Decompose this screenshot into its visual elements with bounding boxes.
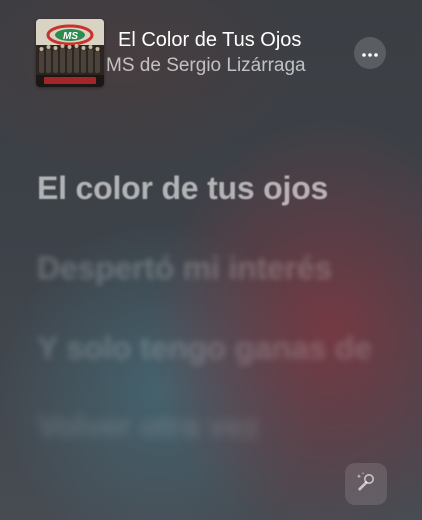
now-playing-header: MS El Color de Tus Ojos MS de Sergio Liz… — [0, 0, 422, 100]
lyric-line-next[interactable]: Despertó mi interés — [37, 248, 382, 288]
song-artist[interactable]: MS de Sergio Lizárraga — [106, 55, 306, 77]
ellipsis-icon — [362, 44, 378, 62]
song-title: El Color de Tus Ojos — [118, 29, 302, 51]
microphone-sparkle-icon — [354, 470, 378, 499]
album-artwork[interactable]: MS — [36, 19, 104, 87]
lyric-line-next[interactable]: Y solo tengo ganas de — [37, 328, 382, 368]
lyric-line-current[interactable]: El color de tus ojos — [37, 168, 382, 208]
svg-text:MS: MS — [63, 31, 78, 42]
sing-along-button[interactable] — [345, 463, 387, 505]
lyrics-panel: El color de tus ojos Despertó mi interés… — [37, 168, 382, 446]
lyric-line-next[interactable]: Volver otra vez — [37, 406, 382, 446]
more-options-button[interactable] — [354, 37, 386, 69]
